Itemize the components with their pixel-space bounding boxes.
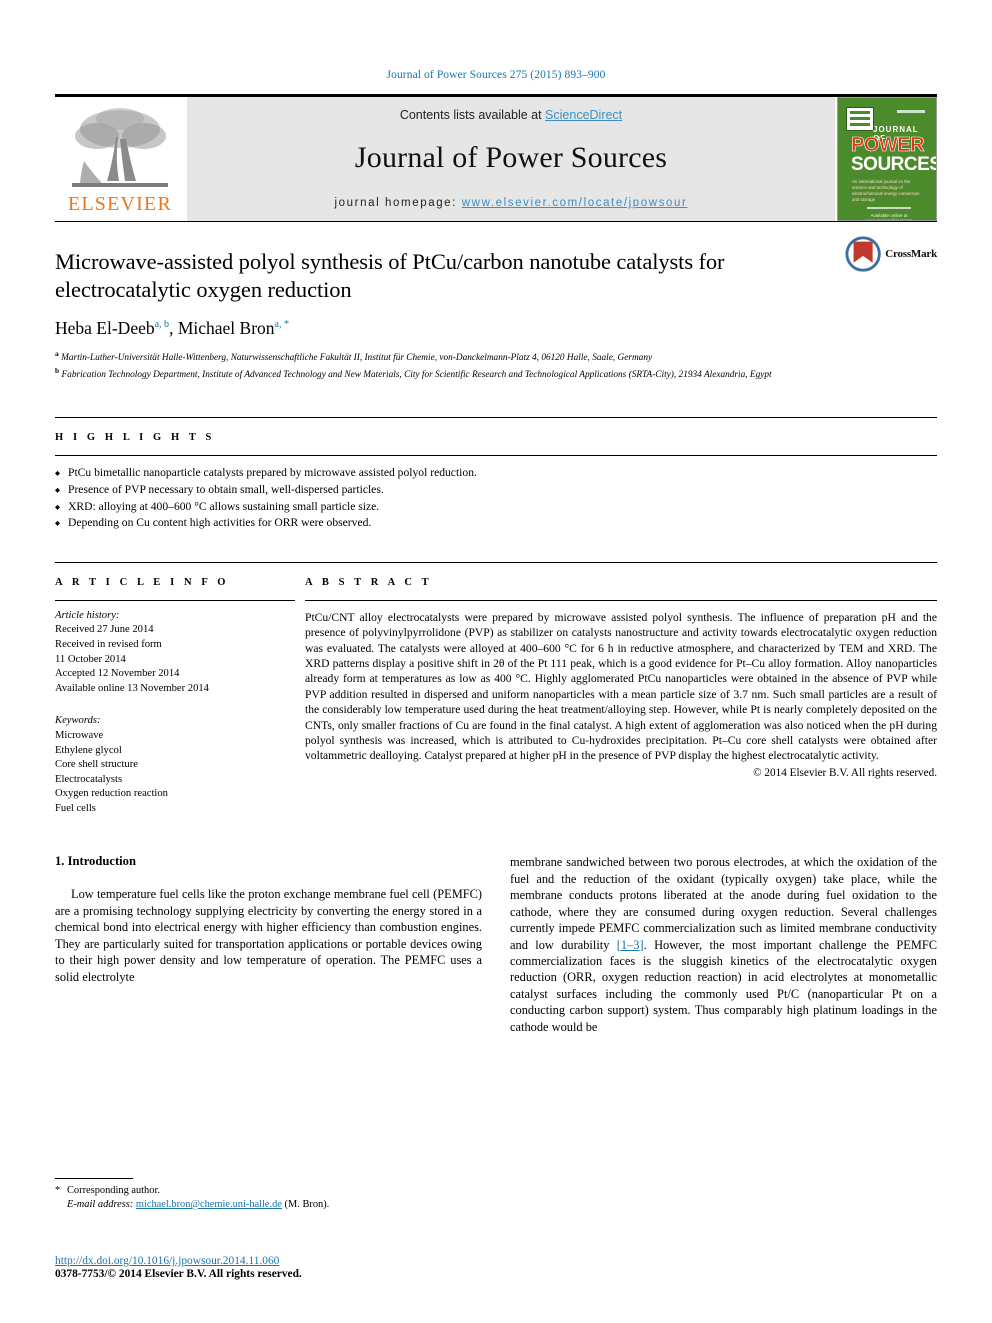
footnote-block: * Corresponding author. E-mail address: …	[55, 1178, 485, 1212]
corresponding-author-line: * Corresponding author.	[55, 1184, 485, 1198]
author-2-affiliation-marks: a, *	[274, 319, 289, 331]
article-history-revised-label: Received in revised form	[55, 638, 162, 650]
elsevier-tree-icon	[72, 108, 168, 187]
introduction-paragraph-right: membrane sandwiched between two porous e…	[510, 854, 937, 1034]
affiliation-b-text: Fabrication Technology Department, Insti…	[61, 369, 772, 380]
journal-homepage-link[interactable]: www.elsevier.com/locate/jpowsour	[462, 197, 688, 209]
affiliations: a Martin-Luther-Universität Halle-Witten…	[55, 348, 795, 381]
body-column-left: 1. Introduction Low temperature fuel cel…	[55, 854, 482, 1034]
journal-masthead: ELSEVIER Contents lists available at Sci…	[55, 94, 937, 221]
contents-prefix: Contents lists available at	[399, 108, 546, 122]
cover-power-label: POWER	[851, 134, 925, 156]
cover-top-rule	[897, 110, 925, 113]
article-info-heading: A R T I C L E I N F O	[55, 576, 230, 588]
introduction-paragraph-left: Low temperature fuel cells like the prot…	[55, 887, 482, 984]
email-suffix: (M. Bron).	[284, 1199, 330, 1210]
keyword-item: Fuel cells	[55, 802, 96, 814]
keyword-item: Microwave	[55, 729, 104, 741]
journal-cover-thumbnail: JOURNAL OF POWER SOURCES An internationa…	[837, 97, 937, 221]
list-item: XRD: alloying at 400–600 °C allows susta…	[55, 499, 937, 516]
footnote-divider	[55, 1178, 133, 1179]
paper-page: Journal of Power Sources 275 (2015) 893–…	[0, 0, 992, 1323]
body-columns: 1. Introduction Low temperature fuel cel…	[55, 854, 937, 1034]
author-name-2: Michael Bron	[177, 318, 275, 338]
email-line: E-mail address: michael.bron@chemie.uni-…	[55, 1198, 485, 1212]
article-history-accepted: Accepted 12 November 2014	[55, 668, 180, 680]
article-history-revised-date: 11 October 2014	[55, 653, 126, 665]
keywords-block: Keywords: Microwave Ethylene glycol Core…	[55, 714, 295, 816]
page-title: Microwave-assisted polyol synthesis of P…	[55, 249, 725, 302]
body-column-right: membrane sandwiched between two porous e…	[510, 854, 937, 1034]
elsevier-wordmark: ELSEVIER	[67, 193, 173, 215]
cover-tagline: An international journal on the science …	[852, 179, 920, 202]
author-list: Heba El-Deeba, b, Michael Brona, *	[55, 318, 289, 338]
info-abstract-section: A R T I C L E I N F O Article history: R…	[55, 561, 937, 817]
doi-link[interactable]: http://dx.doi.org/10.1016/j.jpowsour.201…	[55, 1255, 302, 1267]
issn-copyright-line: 0378-7753/© 2014 Elsevier B.V. All right…	[55, 1268, 302, 1280]
corresponding-author-star: *	[55, 1185, 61, 1196]
highlights-divider	[55, 455, 937, 457]
list-item: PtCu bimetallic nanoparticle catalysts p…	[55, 465, 937, 482]
title-block: CrossMark Microwave-assisted polyol synt…	[55, 221, 937, 381]
journal-homepage-line: journal homepage: www.elsevier.com/locat…	[187, 197, 835, 209]
crossmark-label: CrossMark	[885, 248, 937, 260]
introduction-heading: 1. Introduction	[55, 854, 136, 869]
article-info-column: A R T I C L E I N F O Article history: R…	[55, 577, 305, 817]
article-history-received: Received 27 June 2014	[55, 624, 154, 636]
crossmark-icon	[845, 236, 881, 272]
affiliation-a-text: Martin-Luther-Universität Halle-Wittenbe…	[61, 353, 653, 364]
homepage-prefix: journal homepage:	[334, 197, 462, 209]
reference-link-1-3[interactable]: [1–3]	[617, 938, 644, 952]
author-1-affiliation-marks: a, b	[154, 319, 170, 331]
abstract-copyright: © 2014 Elsevier B.V. All rights reserved…	[753, 766, 937, 779]
affiliation-b: b Fabrication Technology Department, Ins…	[55, 365, 795, 382]
abstract-heading: A B S T R A C T	[305, 576, 433, 588]
email-label: E-mail address:	[67, 1199, 134, 1210]
highlights-list: PtCu bimetallic nanoparticle catalysts p…	[55, 465, 937, 531]
keyword-item: Oxygen reduction reaction	[55, 788, 168, 800]
highlights-section: H I G H L I G H T S PtCu bimetallic nano…	[55, 417, 937, 532]
crossmark-badge[interactable]: CrossMark	[845, 234, 937, 274]
keyword-item: Core shell structure	[55, 759, 138, 771]
article-history-block: Article history: Received 27 June 2014 R…	[55, 609, 295, 697]
sciencedirect-link[interactable]: ScienceDirect	[545, 108, 622, 122]
corresponding-author-text: Corresponding author.	[67, 1185, 160, 1196]
abstract-column: A B S T R A C T PtCu/CNT alloy electroca…	[305, 577, 937, 817]
author-name-1: Heba El-Deeb	[55, 318, 155, 338]
article-info-divider	[55, 599, 295, 601]
affiliation-b-mark: b	[55, 365, 60, 375]
affiliation-a-mark: a	[55, 349, 59, 358]
cover-bottom-rule	[867, 207, 911, 209]
article-history-online: Available online 13 November 2014	[55, 682, 209, 694]
running-head: Journal of Power Sources 275 (2015) 893–…	[386, 69, 606, 81]
cover-footer-note: Available online at www.sciencedirect.co…	[865, 213, 913, 221]
contents-available-line: Contents lists available at ScienceDirec…	[187, 108, 835, 122]
journal-title: Journal of Power Sources	[354, 141, 668, 174]
journal-band: Contents lists available at ScienceDirec…	[187, 97, 835, 221]
elsevier-logo: ELSEVIER	[55, 97, 185, 221]
highlights-heading: H I G H L I G H T S	[55, 432, 215, 444]
cover-publisher-badge	[846, 107, 874, 131]
keywords-label: Keywords:	[55, 715, 101, 727]
keyword-item: Electrocatalysts	[55, 773, 123, 785]
list-item: Depending on Cu content high activities …	[55, 515, 937, 532]
abstract-text: PtCu/CNT alloy electrocatalysts were pre…	[305, 610, 937, 763]
list-item: Presence of PVP necessary to obtain smal…	[55, 482, 937, 499]
article-history-label: Article history:	[55, 609, 120, 621]
email-link[interactable]: michael.bron@chemie.uni-halle.de	[136, 1199, 282, 1210]
cover-sources-label: SOURCES	[851, 154, 937, 175]
keyword-item: Ethylene glycol	[55, 744, 122, 756]
doi-block: http://dx.doi.org/10.1016/j.jpowsour.201…	[55, 1255, 302, 1280]
affiliation-a: a Martin-Luther-Universität Halle-Witten…	[55, 348, 795, 365]
abstract-divider	[305, 599, 937, 601]
